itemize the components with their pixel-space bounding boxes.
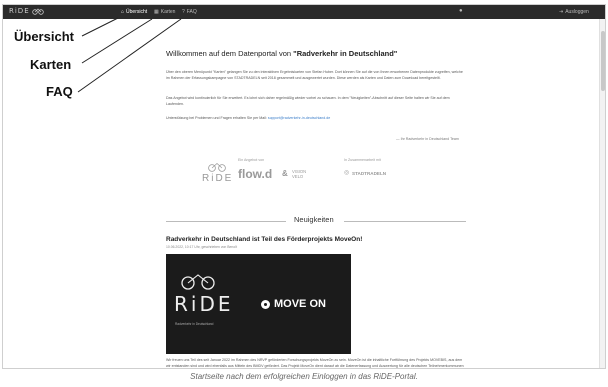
- arrow-maps: [81, 18, 153, 64]
- arrow-overview: [81, 17, 119, 37]
- figure-caption: Startseite nach dem erfolgreichen Einlog…: [190, 372, 418, 381]
- annotation-arrows: [77, 17, 182, 93]
